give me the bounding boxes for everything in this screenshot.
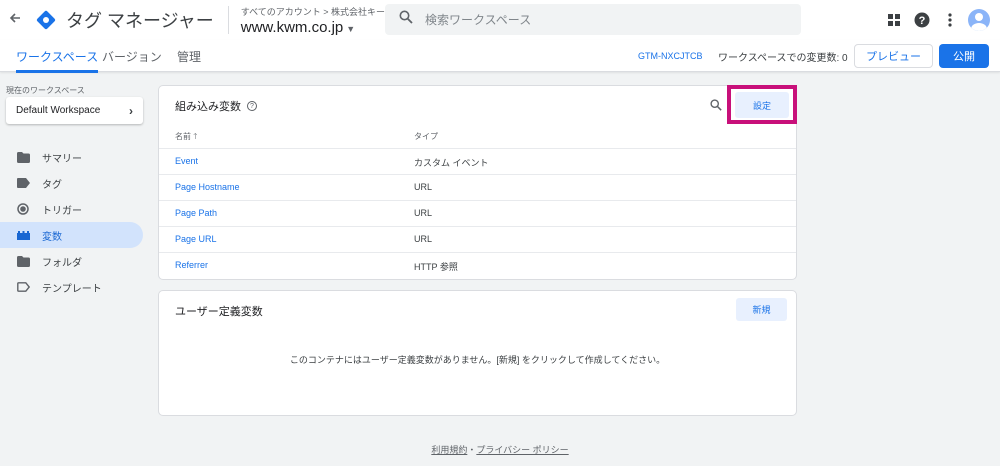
variable-type: URL	[414, 208, 433, 218]
table-row: Referrer HTTP 参照	[159, 252, 796, 278]
variable-type: カスタム イベント	[414, 158, 489, 168]
sidebar-item-label: タグ	[42, 179, 62, 191]
user-defined-variables-card: ユーザー定義変数 新規 このコンテナにはユーザー定義変数がありません。[新規] …	[158, 290, 797, 416]
sidebar-item-tags[interactable]: タグ	[0, 170, 143, 196]
highlight-box	[727, 85, 797, 124]
sidebar-item-label: フォルダ	[42, 257, 82, 269]
empty-state-message: このコンテナにはユーザー定義変数がありません。[新規] をクリックして作成してく…	[289, 355, 666, 365]
column-name-label: 名前	[175, 132, 191, 141]
tab-workspace[interactable]: ワークスペース	[16, 40, 99, 73]
svg-text:?: ?	[919, 15, 926, 27]
search-placeholder: 検索ワークスペース	[425, 13, 532, 27]
variable-name-link[interactable]: Referrer	[175, 260, 208, 270]
variable-type: URL	[414, 182, 433, 192]
tab-bar: ワークスペース バージョン 管理 GTM-NXCJTCB ワークスペースでの変更…	[0, 40, 1000, 73]
terms-link[interactable]: 利用規約	[431, 445, 467, 455]
variable-type: HTTP 参照	[414, 262, 458, 272]
column-header-type: タイプ	[414, 132, 438, 141]
variable-type: URL	[414, 234, 433, 244]
tab-admin[interactable]: 管理	[177, 40, 201, 72]
workspace-name: Default Workspace	[16, 105, 101, 116]
table-row: Page Hostname URL	[159, 174, 796, 200]
builtin-variables-card: 組み込み変数 ? 設定 名前 🡑 タイプ Event カスタム イベント Pag…	[158, 85, 797, 280]
footer: 利用規約・プライバシー ポリシー	[0, 443, 1000, 456]
sidebar-item-summary[interactable]: サマリー	[0, 144, 143, 170]
header-actions: ?	[880, 6, 990, 34]
table-header: 名前 🡑 タイプ	[159, 126, 796, 148]
search-icon	[399, 10, 419, 29]
summary-folder-icon	[16, 150, 30, 164]
table-row: Event カスタム イベント	[159, 148, 796, 174]
privacy-policy-link[interactable]: プライバシー ポリシー	[476, 445, 568, 455]
new-variable-button[interactable]: 新規	[736, 298, 787, 321]
apps-grid-icon[interactable]	[880, 6, 908, 34]
top-bar: タグ マネージャー すべてのアカウント > 株式会社キーワードマ... www.…	[0, 0, 1000, 40]
trigger-icon	[16, 202, 30, 216]
sort-arrow-up-icon: 🡑	[193, 132, 198, 141]
footer-separator: ・	[467, 445, 477, 455]
tag-icon	[16, 176, 30, 190]
container-name: www.kwm.co.jp	[240, 18, 344, 36]
user-defined-variables-title: ユーザー定義変数	[175, 306, 263, 318]
variable-name-link[interactable]: Page Path	[175, 208, 217, 218]
variable-name-link[interactable]: Event	[175, 156, 198, 166]
table-row: Page Path URL	[159, 200, 796, 226]
workspace-search[interactable]: 検索ワークスペース	[385, 4, 801, 35]
workspace-changes-count: ワークスペースでの変更数: 0	[718, 52, 848, 64]
column-header-name[interactable]: 名前 🡑	[175, 131, 197, 145]
help-icon[interactable]: ?	[908, 6, 936, 34]
divider	[227, 6, 229, 34]
container-id[interactable]: GTM-NXCJTCB	[638, 40, 703, 72]
builtin-variables-title-row: 組み込み変数 ?	[175, 98, 257, 114]
more-vert-icon[interactable]	[936, 6, 964, 34]
sidebar-nav: サマリー タグ トリガー 変数 フォルダ テンプレート	[0, 144, 143, 300]
publish-button[interactable]: 公開	[939, 44, 989, 68]
variable-name-link[interactable]: Page URL	[175, 234, 217, 244]
sidebar-item-folders[interactable]: フォルダ	[0, 248, 143, 274]
preview-button[interactable]: プレビュー	[854, 44, 933, 68]
chevron-right-icon: ›	[129, 103, 133, 118]
folder-icon	[16, 254, 30, 268]
sidebar-item-triggers[interactable]: トリガー	[0, 196, 143, 222]
variable-name-link[interactable]: Page Hostname	[175, 182, 240, 192]
sidebar-item-variables[interactable]: 変数	[0, 222, 143, 248]
back-arrow-icon[interactable]	[4, 11, 26, 29]
template-icon	[16, 280, 30, 294]
table-search-icon[interactable]	[710, 98, 722, 116]
workspace-selector[interactable]: Default Workspace ›	[6, 97, 143, 124]
table-row: Page URL URL	[159, 226, 796, 252]
sidebar-item-label: トリガー	[42, 205, 82, 217]
sidebar-item-templates[interactable]: テンプレート	[0, 274, 143, 300]
dropdown-caret-icon: ▼	[346, 23, 356, 34]
tab-versions[interactable]: バージョン	[102, 40, 162, 72]
account-avatar[interactable]	[968, 9, 990, 31]
app-name: タグ マネージャー	[66, 11, 214, 31]
sidebar-item-label: 変数	[42, 231, 62, 243]
current-workspace-label: 現在のワークスペース	[6, 86, 85, 95]
sidebar-item-label: サマリー	[42, 153, 82, 165]
builtin-variables-title: 組み込み変数	[175, 101, 241, 113]
sidebar-item-label: テンプレート	[42, 283, 102, 295]
variables-icon	[16, 228, 30, 242]
gtm-logo-icon	[36, 10, 56, 30]
help-circle-icon[interactable]: ?	[247, 101, 257, 111]
